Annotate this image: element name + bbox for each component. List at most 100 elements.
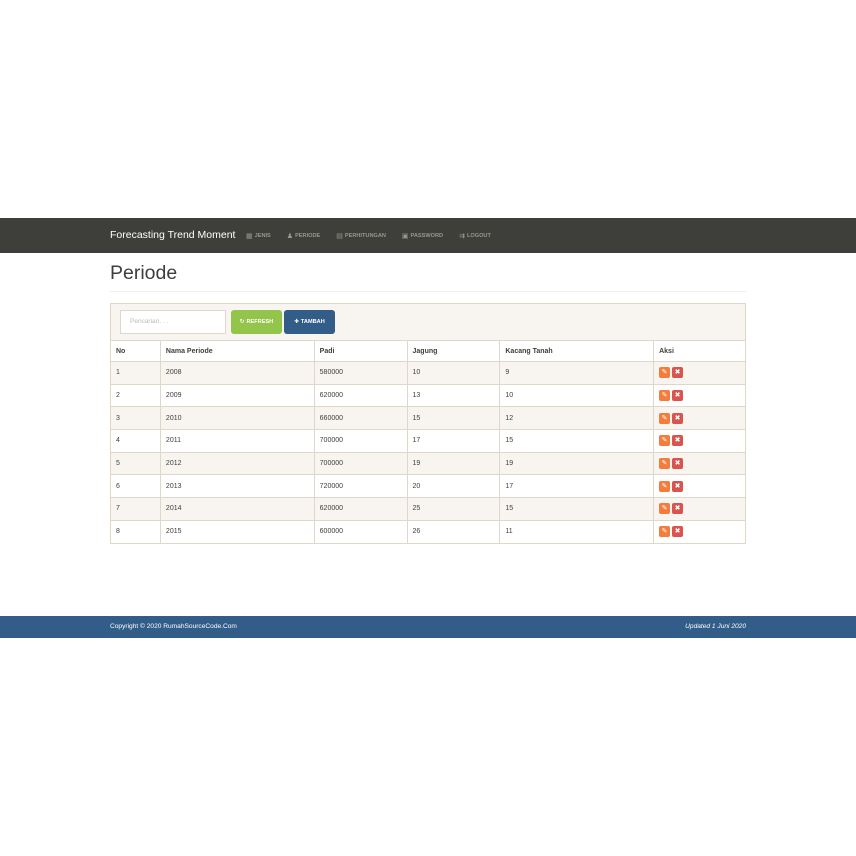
table-cell: 6 (110, 474, 161, 499)
logout-icon: ⇉ (459, 232, 465, 240)
edit-icon[interactable]: ✎ (659, 435, 671, 447)
trash-icon[interactable]: ✖ (672, 367, 684, 379)
trash-icon[interactable]: ✖ (672, 435, 684, 447)
table-cell: 2015 (159, 519, 315, 544)
table-cell: 9 (499, 361, 655, 385)
table-cell: 2 (110, 383, 161, 408)
table-cell: 1 (110, 361, 161, 385)
table-cell: 660000 (313, 406, 408, 431)
title-divider (110, 291, 746, 292)
table-cell: 2008 (159, 361, 315, 385)
table-cell: 19 (499, 451, 655, 476)
column-header: Nama Periode (159, 340, 315, 362)
navbar-brand[interactable]: Forecasting Trend Moment (110, 218, 235, 253)
column-header: Kacang Tanah (499, 340, 655, 362)
column-header: No (110, 340, 161, 362)
table-cell: 2010 (159, 406, 315, 431)
edit-icon[interactable]: ✎ (659, 480, 671, 492)
table-row: 8 2015 600000 26 11 ✎ ✖ (110, 519, 746, 544)
table-cell: 700000 (313, 451, 408, 476)
table-cell: 8 (110, 519, 161, 544)
table-cell: 2014 (159, 497, 315, 521)
table-cell: 17 (499, 474, 655, 499)
nav-item-label: PASSWORD (410, 232, 444, 239)
nav-item-periode[interactable]: ♟ PERIODE (287, 232, 320, 240)
table-row: 1 2008 580000 10 9 ✎ ✖ (110, 361, 746, 385)
table-cell: 19 (406, 451, 501, 476)
edit-icon[interactable]: ✎ (659, 503, 671, 515)
footer-copyright: Copyright © 2020 RumahSourceCode.Com (110, 623, 237, 630)
table-header-row: No Nama Periode Padi Jagung Kacang Tanah… (110, 340, 746, 362)
search-input[interactable]: Pencarian. . . (120, 310, 226, 334)
table-cell: 20 (406, 474, 501, 499)
table-cell: 700000 (313, 429, 408, 453)
table-cell: 620000 (313, 383, 408, 408)
trash-icon[interactable]: ✖ (672, 526, 684, 538)
nav-item-jenis[interactable]: ▦ JENIS (246, 232, 271, 240)
nav-item-label: JENIS (254, 232, 271, 239)
refresh-label: REFRESH (246, 319, 274, 325)
edit-icon[interactable]: ✎ (659, 458, 671, 470)
table-cell: 17 (406, 429, 501, 453)
action-cell: ✎ ✖ (653, 429, 746, 453)
table-cell: 2013 (159, 474, 315, 499)
tambah-button[interactable]: ✚ TAMBAH (284, 310, 335, 334)
nav-item-label: LOGOUT (466, 232, 491, 239)
tambah-label: TAMBAH (300, 319, 325, 325)
table-cell: 5 (110, 451, 161, 476)
edit-icon[interactable]: ✎ (659, 367, 671, 379)
refresh-icon: ↻ (239, 319, 245, 325)
column-header: Jagung (406, 340, 501, 362)
table-cell: 10 (499, 383, 655, 408)
trash-icon[interactable]: ✖ (672, 390, 684, 402)
toolbar-panel: Pencarian. . . ↻ REFRESH ✚ TAMBAH (110, 303, 746, 341)
table-cell: 4 (110, 429, 161, 453)
footer-updated: Updated 1 Juni 2020 (685, 623, 746, 630)
plus-icon: ✚ (294, 319, 299, 325)
table-row: 5 2012 700000 19 19 ✎ ✖ (110, 451, 746, 476)
page-title: Periode (110, 262, 178, 284)
navbar: Forecasting Trend Moment ▦ JENIS ♟ PERIO… (0, 218, 856, 253)
nav-item-password[interactable]: ▣ PASSWORD (402, 232, 443, 240)
edit-icon[interactable]: ✎ (659, 526, 671, 538)
action-cell: ✎ ✖ (653, 451, 746, 476)
table-row: 7 2014 620000 25 15 ✎ ✖ (110, 497, 746, 521)
table-row: 4 2011 700000 17 15 ✎ ✖ (110, 429, 746, 453)
periode-table: No Nama Periode Padi Jagung Kacang Tanah… (110, 340, 746, 544)
nav-menu: ▦ JENIS ♟ PERIODE ▤ PERHITUNGAN ▣ PASSWO… (246, 218, 507, 253)
refresh-button[interactable]: ↻ REFRESH (231, 310, 282, 334)
column-header: Padi (313, 340, 408, 362)
table-cell: 15 (406, 406, 501, 431)
table-body: 1 2008 580000 10 9 ✎ ✖ 2 2009 620000 13 10 ✎ ✖ 3 2010 66… (110, 361, 746, 544)
table-cell: 10 (406, 361, 501, 385)
action-cell: ✎ ✖ (653, 406, 746, 431)
table-cell: 25 (406, 497, 501, 521)
table-row: 3 2010 660000 15 12 ✎ ✖ (110, 406, 746, 431)
edit-icon[interactable]: ✎ (659, 412, 671, 424)
table-row: 6 2013 720000 20 17 ✎ ✖ (110, 474, 746, 499)
lock-icon: ▣ (401, 232, 409, 240)
grid-icon: ▦ (246, 232, 253, 240)
nav-item-logout[interactable]: ⇉ LOGOUT (459, 232, 491, 240)
table-cell: 3 (110, 406, 161, 431)
table-cell: 13 (406, 383, 501, 408)
table-cell: 2009 (159, 383, 315, 408)
table-cell: 15 (499, 429, 655, 453)
calendar-icon: ▤ (336, 232, 343, 240)
nav-item-perhitungan[interactable]: ▤ PERHITUNGAN (336, 232, 386, 240)
table-cell: 12 (499, 406, 655, 431)
table-cell: 620000 (313, 497, 408, 521)
trash-icon[interactable]: ✖ (672, 480, 684, 492)
column-header: Aksi (653, 340, 746, 362)
trash-icon[interactable]: ✖ (672, 503, 684, 515)
table-cell: 15 (499, 497, 655, 521)
table-cell: 600000 (313, 519, 408, 544)
user-icon: ♟ (286, 232, 294, 240)
trash-icon[interactable]: ✖ (672, 412, 684, 424)
action-cell: ✎ ✖ (653, 474, 746, 499)
edit-icon[interactable]: ✎ (659, 390, 671, 402)
nav-item-label: PERHITUNGAN (344, 232, 386, 239)
action-cell: ✎ ✖ (653, 383, 746, 408)
action-cell: ✎ ✖ (653, 497, 746, 521)
trash-icon[interactable]: ✖ (672, 458, 684, 470)
